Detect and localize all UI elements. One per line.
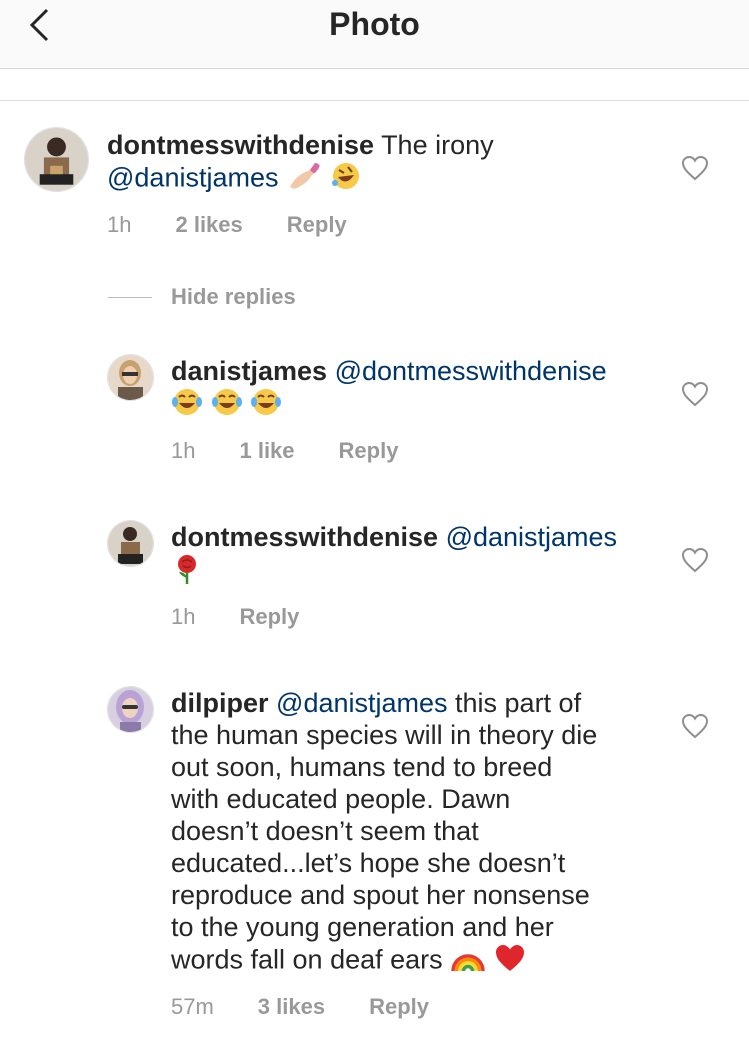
comment-body: The irony <box>381 130 494 160</box>
comment-meta: 1h Reply <box>171 604 343 630</box>
comment-text: danistjames @dontmesswithdenise <box>171 355 651 424</box>
heart-icon <box>681 713 709 739</box>
comment-time: 1h <box>107 212 132 237</box>
comment-likes[interactable]: 3 likes <box>258 994 325 1019</box>
reply-button[interactable]: Reply <box>239 604 299 629</box>
tears-of-joy-emoji-icon <box>211 387 243 424</box>
comment-time: 1h <box>171 604 196 629</box>
comment-meta: 1h 2 likes Reply <box>107 212 391 238</box>
comment-body: doesn’t doesn’t seem that <box>171 816 479 846</box>
comment-username[interactable]: danistjames <box>171 356 327 386</box>
hide-replies-button[interactable]: Hide replies <box>108 284 296 310</box>
like-button[interactable] <box>681 713 709 739</box>
tears-of-joy-emoji-icon <box>171 387 203 424</box>
comment-text: dilpiper @danistjames this part of the h… <box>171 687 651 980</box>
comment-body: words fall on deaf ears <box>171 944 443 975</box>
rose-emoji-icon <box>171 553 203 592</box>
comment-meta: 57m 3 likes Reply <box>171 994 473 1020</box>
reply-button[interactable]: Reply <box>339 438 399 463</box>
avatar[interactable] <box>107 354 154 401</box>
page-title: Photo <box>329 6 420 42</box>
like-button[interactable] <box>681 547 709 573</box>
comment-time: 57m <box>171 994 214 1019</box>
divider <box>0 100 749 101</box>
mention-link[interactable]: @danistjames <box>276 688 447 718</box>
comment-meta: 1h 1 like Reply <box>171 438 442 464</box>
reply-button[interactable]: Reply <box>369 994 429 1019</box>
mention-link[interactable]: @danistjames <box>446 522 617 552</box>
like-button[interactable] <box>681 381 709 407</box>
reply-button[interactable]: Reply <box>287 212 347 237</box>
rainbow-emoji-icon <box>450 943 486 980</box>
tears-of-joy-emoji-icon <box>250 387 282 424</box>
avatar[interactable] <box>107 520 154 567</box>
mention-link[interactable]: @dontmesswithdenise <box>335 356 607 386</box>
like-button[interactable] <box>681 155 709 181</box>
nail-polish-emoji-icon <box>286 161 322 198</box>
comment-text: dontmesswithdenise @danistjames <box>171 521 661 592</box>
heart-icon <box>681 547 709 573</box>
red-heart-emoji-icon <box>494 943 526 980</box>
top-nav-bar: Photo <box>0 0 749 69</box>
hide-replies-line <box>108 296 152 298</box>
comment-body: educated...let’s hope she doesn’t <box>171 848 566 878</box>
mention-link[interactable]: @danistjames <box>107 163 278 193</box>
comment-body: to the young generation and her <box>171 912 554 942</box>
comment-likes[interactable]: 1 like <box>239 438 294 463</box>
comment-body: this part of <box>447 688 582 718</box>
comment-username[interactable]: dontmesswithdenise <box>171 522 438 552</box>
comment-likes[interactable]: 2 likes <box>175 212 242 237</box>
hide-replies-label: Hide replies <box>171 284 296 309</box>
rofl-emoji-icon <box>330 161 362 198</box>
heart-icon <box>681 155 709 181</box>
avatar[interactable] <box>107 686 154 733</box>
comment-body: reproduce and spout her nonsense <box>171 880 590 910</box>
avatar[interactable] <box>24 127 89 192</box>
comment-text: dontmesswithdenise The irony @danistjame… <box>107 129 667 198</box>
comment-body: out soon, humans tend to breed <box>171 752 553 782</box>
comment-body: with educated people. Dawn <box>171 784 511 814</box>
comment-username[interactable]: dilpiper <box>171 688 269 718</box>
comment-time: 1h <box>171 438 196 463</box>
comment-body: the human species will in theory die <box>171 720 598 750</box>
comment-username[interactable]: dontmesswithdenise <box>107 130 374 160</box>
heart-icon <box>681 381 709 407</box>
